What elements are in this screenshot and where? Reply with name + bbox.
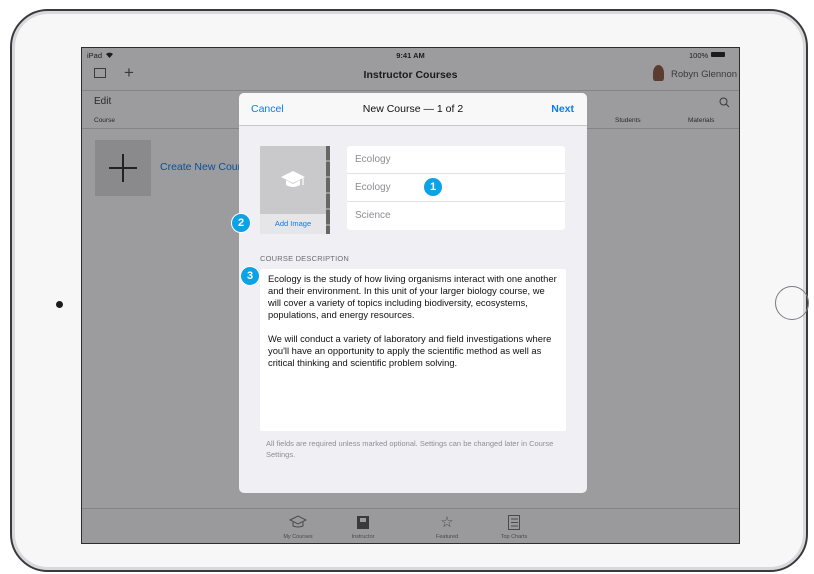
tab-top-charts[interactable]: Top Charts — [484, 509, 544, 540]
avatar[interactable] — [653, 65, 664, 81]
edit-button[interactable]: Edit — [94, 96, 111, 107]
plus-icon-v — [122, 154, 124, 182]
tab-label: Instructor — [351, 534, 375, 540]
new-course-modal: Cancel New Course — 1 of 2 Next Add Imag… — [239, 93, 587, 493]
page-title: Instructor Courses — [363, 69, 458, 81]
course-category-field[interactable]: Science — [347, 202, 565, 230]
book-spine — [326, 146, 330, 234]
list-icon — [484, 515, 544, 531]
column-materials: Materials — [688, 117, 715, 124]
instructor-icon — [333, 515, 393, 531]
modal-header: Cancel New Course — 1 of 2 Next — [239, 93, 587, 126]
search-icon[interactable] — [719, 95, 730, 113]
modal-title: New Course — 1 of 2 — [362, 103, 464, 115]
callout-badge-2: 2 — [231, 213, 251, 233]
star-icon: ☆ — [440, 514, 454, 531]
user-name[interactable]: Robyn Glennon — [671, 69, 737, 80]
tab-label: My Courses — [283, 534, 313, 540]
create-course-tile[interactable] — [95, 140, 151, 196]
callout-badge-1: 1 — [423, 177, 443, 197]
column-course: Course — [94, 117, 115, 124]
graduation-cap-icon — [268, 515, 328, 531]
tab-featured[interactable]: ☆ Featured — [417, 509, 477, 541]
callout-badge-3: 3 — [240, 266, 260, 286]
tab-bar: My Courses Instructor ☆ Featured Top Cha… — [82, 508, 739, 543]
add-image-button[interactable]: Add Image — [260, 214, 326, 234]
column-students: Students — [615, 117, 641, 124]
course-fields: Ecology Ecology Science — [347, 146, 565, 230]
description-paragraph: Ecology is the study of how living organ… — [268, 273, 557, 320]
course-title-field[interactable]: Ecology — [347, 146, 565, 174]
battery-icon — [711, 52, 725, 57]
battery-label: 100% — [689, 51, 709, 60]
course-description-label: COURSE DESCRIPTION — [260, 254, 350, 263]
tab-instructor[interactable]: Instructor — [333, 509, 393, 540]
course-subject-field[interactable]: Ecology — [347, 174, 565, 202]
graduation-cap-icon — [280, 170, 306, 195]
course-image-placeholder[interactable]: Add Image — [260, 146, 330, 234]
status-time: 9:41 AM — [396, 51, 425, 60]
nav-bar: + Instructor Courses Robyn Glennon — [82, 62, 739, 91]
course-description-textarea[interactable]: Ecology is the study of how living organ… — [260, 269, 566, 431]
front-camera — [56, 301, 63, 308]
tab-my-courses[interactable]: My Courses — [268, 509, 328, 540]
home-button[interactable] — [775, 286, 809, 320]
tab-label: Featured — [435, 534, 458, 540]
status-bar: iPad 9:41 AM 100% — [82, 48, 739, 62]
tab-label: Top Charts — [500, 534, 528, 540]
next-button[interactable]: Next — [551, 103, 574, 115]
screen: iPad 9:41 AM 100% + Instructor Courses R… — [81, 47, 740, 544]
description-paragraph: We will conduct a variety of laboratory … — [268, 333, 552, 368]
required-fields-note: All fields are required unless marked op… — [266, 439, 554, 459]
